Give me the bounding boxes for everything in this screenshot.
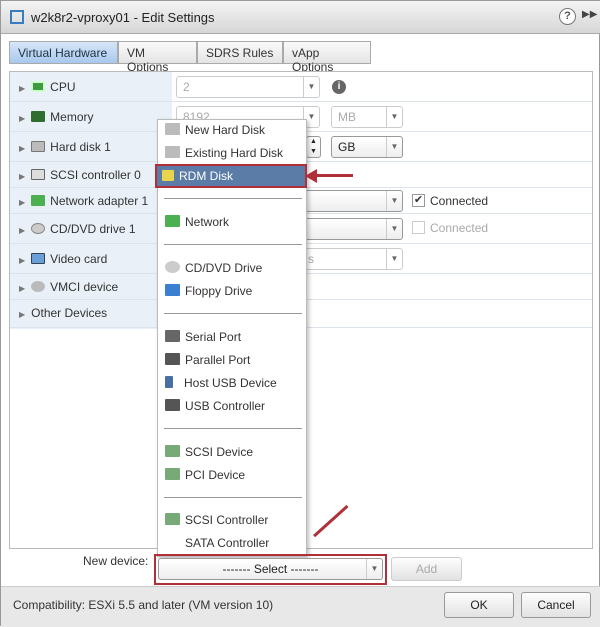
window-title: w2k8r2-vproxy01 - Edit Settings bbox=[31, 10, 215, 25]
row-cddvd[interactable]: ▶ CD/DVD drive 1 bbox=[19, 222, 136, 236]
disk-unit-select[interactable]: GB ▼ bbox=[331, 136, 403, 158]
row-other-devices[interactable]: ▶ Other Devices bbox=[19, 306, 107, 320]
tab-vapp-options[interactable]: vApp Options bbox=[283, 41, 371, 74]
title-bar: w2k8r2-vproxy01 - Edit Settings ? ▶▶ bbox=[1, 1, 600, 34]
network-connected-label: Connected bbox=[430, 194, 489, 208]
rdm-icon bbox=[162, 170, 174, 181]
floppy-icon bbox=[165, 284, 180, 296]
usb-controller-icon bbox=[165, 399, 180, 411]
tab-virtual-hardware[interactable]: Virtual Hardware bbox=[9, 41, 118, 64]
serial-port-icon bbox=[165, 330, 180, 342]
menu-item-cddvd-drive[interactable]: CD/DVD Drive bbox=[161, 258, 303, 278]
cd-icon bbox=[165, 261, 180, 273]
menu-item-host-usb-device[interactable]: Host USB Device bbox=[161, 373, 303, 393]
new-device-label: New device: bbox=[83, 554, 149, 568]
memory-unit-select[interactable]: MB ▼ bbox=[331, 106, 403, 128]
video-select[interactable]: s ▼ bbox=[301, 248, 403, 270]
menu-item-sata-controller[interactable]: SATA Controller bbox=[161, 533, 303, 553]
row-memory[interactable]: ▶ Memory bbox=[19, 110, 94, 124]
menu-item-parallel-port[interactable]: Parallel Port bbox=[161, 350, 303, 370]
double-chevron-right-icon[interactable]: ▶▶ bbox=[582, 9, 597, 20]
annotation-arrow bbox=[311, 174, 353, 177]
disk-size-stepper[interactable]: ▲ ▼ bbox=[306, 136, 321, 158]
network-icon bbox=[165, 215, 180, 227]
vm-icon bbox=[10, 10, 24, 24]
cddvd-select[interactable]: ▼ bbox=[301, 218, 403, 240]
row-network-adapter[interactable]: ▶ Network adapter 1 bbox=[19, 194, 148, 208]
cpu-icon bbox=[31, 81, 46, 92]
cpu-select[interactable]: 2 ▼ bbox=[176, 76, 320, 98]
scsi-controller-icon bbox=[165, 513, 180, 525]
pci-icon bbox=[165, 468, 180, 480]
menu-item-pci-device[interactable]: PCI Device bbox=[161, 465, 303, 485]
scsi-icon bbox=[31, 169, 46, 180]
hard-disk-icon bbox=[165, 123, 180, 135]
menu-item-serial-port[interactable]: Serial Port bbox=[161, 327, 303, 347]
tab-vm-options[interactable]: VM Options bbox=[118, 41, 197, 74]
network-connected-checkbox[interactable]: ✔ bbox=[412, 194, 425, 207]
cddvd-connected-checkbox[interactable] bbox=[412, 221, 425, 234]
info-icon[interactable]: i bbox=[332, 80, 346, 94]
tab-sdrs-rules[interactable]: SDRS Rules bbox=[197, 41, 283, 64]
menu-item-scsi-device[interactable]: SCSI Device bbox=[161, 442, 303, 462]
memory-icon bbox=[31, 111, 46, 122]
menu-item-usb-controller[interactable]: USB Controller bbox=[161, 396, 303, 416]
scsi-device-icon bbox=[165, 445, 180, 457]
compatibility-text: Compatibility: ESXi 5.5 and later (VM ve… bbox=[13, 598, 274, 612]
network-select[interactable]: ▼ bbox=[301, 190, 403, 212]
row-scsi-controller[interactable]: ▶ SCSI controller 0 bbox=[19, 168, 141, 182]
question-circle-icon[interactable]: ? bbox=[559, 8, 576, 25]
menu-item-scsi-controller[interactable]: SCSI Controller bbox=[161, 510, 303, 530]
row-hard-disk[interactable]: ▶ Hard disk 1 bbox=[19, 140, 111, 154]
row-video-card[interactable]: ▶ Video card bbox=[19, 252, 107, 266]
network-icon bbox=[31, 195, 46, 206]
ok-button[interactable]: OK bbox=[444, 592, 514, 618]
menu-item-network[interactable]: Network bbox=[161, 212, 303, 232]
hard-disk-icon bbox=[165, 146, 180, 158]
add-button[interactable]: Add bbox=[391, 557, 462, 581]
cddvd-connected-label: Connected bbox=[430, 221, 489, 235]
menu-item-floppy-drive[interactable]: Floppy Drive bbox=[161, 281, 303, 301]
menu-item-existing-hard-disk[interactable]: Existing Hard Disk bbox=[161, 143, 303, 163]
cd-icon bbox=[31, 223, 46, 234]
row-vmci[interactable]: ▶ VMCI device bbox=[19, 280, 118, 294]
row-cpu[interactable]: ▶ CPU bbox=[19, 80, 76, 94]
parallel-port-icon bbox=[165, 353, 180, 365]
hard-disk-icon bbox=[31, 141, 46, 152]
gear-icon bbox=[31, 281, 46, 292]
monitor-icon bbox=[31, 253, 46, 264]
menu-item-rdm-disk[interactable]: RDM Disk bbox=[155, 164, 307, 188]
usb-icon bbox=[165, 376, 173, 388]
menu-item-new-hard-disk[interactable]: New Hard Disk bbox=[161, 120, 303, 140]
new-device-select[interactable]: ------- Select ------- ▼ bbox=[158, 558, 383, 580]
arrow-head-icon bbox=[305, 169, 317, 183]
cancel-button[interactable]: Cancel bbox=[521, 592, 591, 618]
